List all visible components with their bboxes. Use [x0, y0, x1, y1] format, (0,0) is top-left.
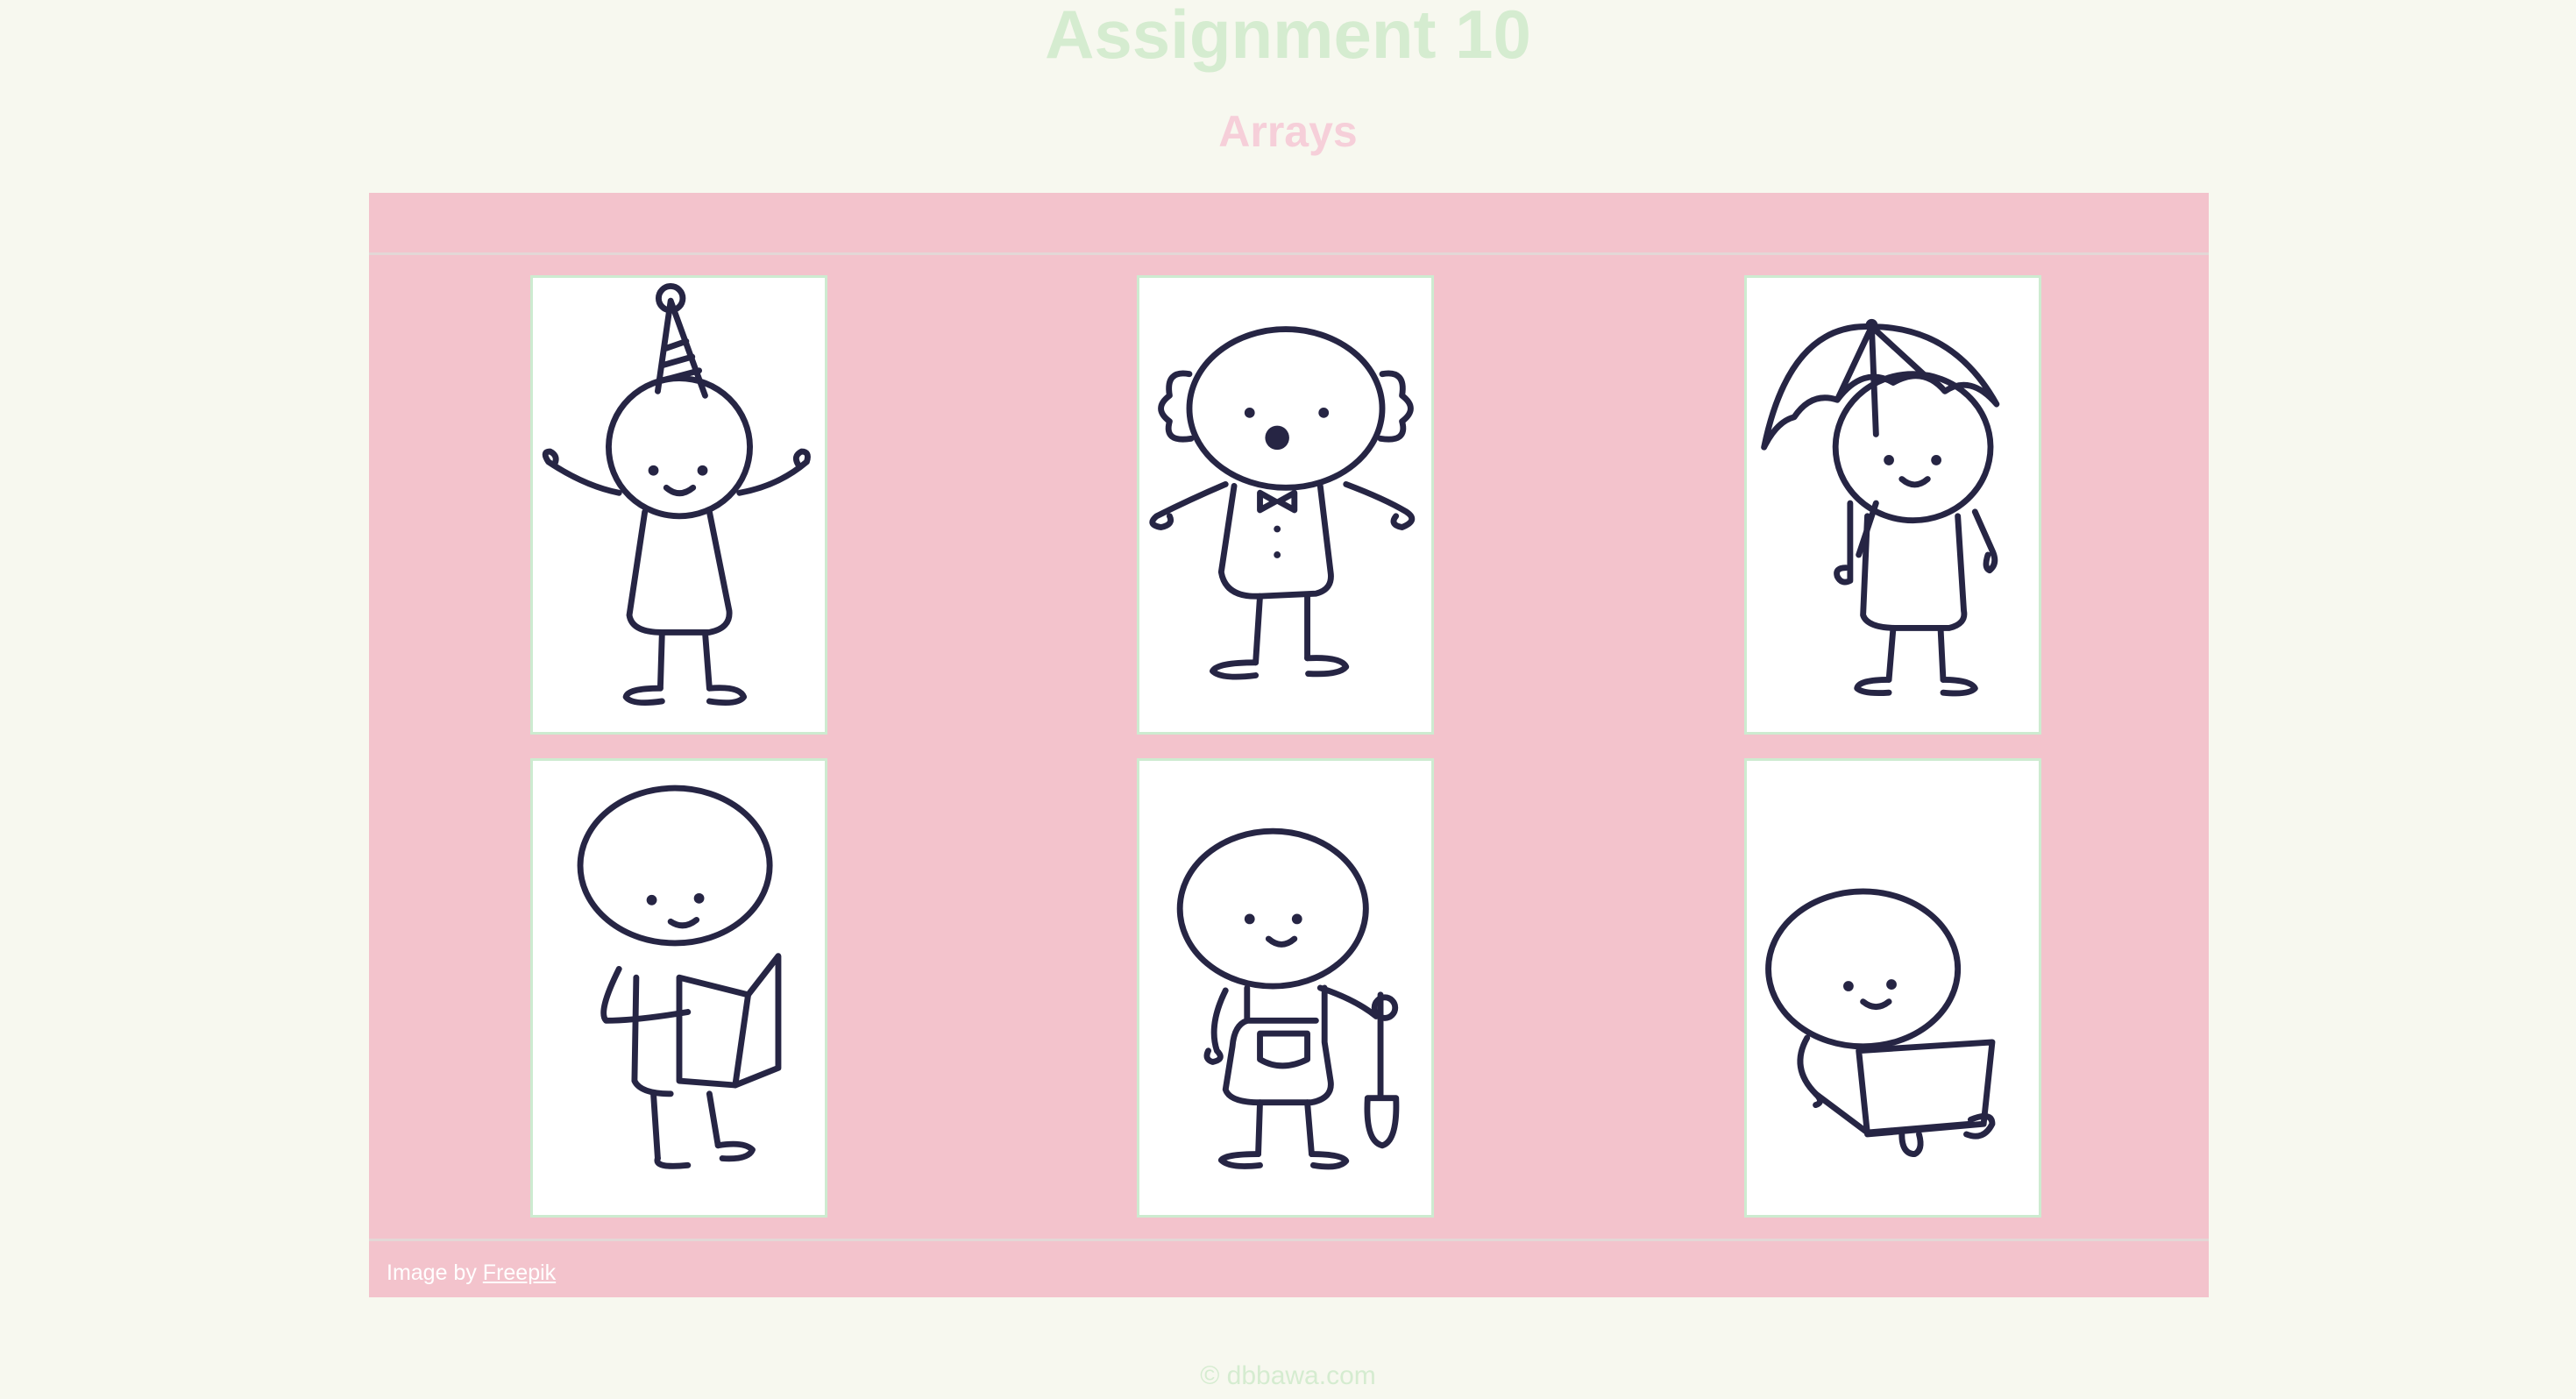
image-gallery: Image by Freepik: [369, 193, 2209, 1297]
gallery-image-party-hat[interactable]: [530, 275, 827, 735]
umbrella-stick-figure-illustration: [1761, 318, 2000, 697]
gallery-image-gardener[interactable]: [1137, 758, 1434, 1218]
clown-stick-figure-illustration: [1149, 326, 1416, 680]
page-title: Assignment 10: [1045, 0, 1531, 73]
party-hat-stick-figure-illustration: [542, 283, 811, 707]
divider-top: [369, 252, 2209, 255]
gallery-image-reading[interactable]: [530, 758, 827, 1218]
image-credit-prefix: Image by: [387, 1261, 477, 1285]
gallery-image-umbrella[interactable]: [1744, 275, 2041, 735]
laptop-stick-figure-illustration: [1765, 888, 1996, 1158]
gardener-stick-figure-illustration: [1176, 827, 1400, 1170]
freepik-link[interactable]: Freepik: [483, 1261, 556, 1285]
gallery-image-laptop[interactable]: [1744, 758, 2041, 1218]
image-credit: Image by Freepik: [387, 1261, 556, 1286]
divider-bottom: [369, 1239, 2209, 1241]
page-subtitle: Arrays: [1218, 107, 1358, 156]
page: Assignment 10 Arrays Image by Freepik © …: [0, 0, 2576, 1399]
reading-stick-figure-illustration: [577, 785, 782, 1169]
gallery-image-clown[interactable]: [1137, 275, 1434, 735]
footer-copyright: © dbbawa.com: [1200, 1361, 1376, 1390]
